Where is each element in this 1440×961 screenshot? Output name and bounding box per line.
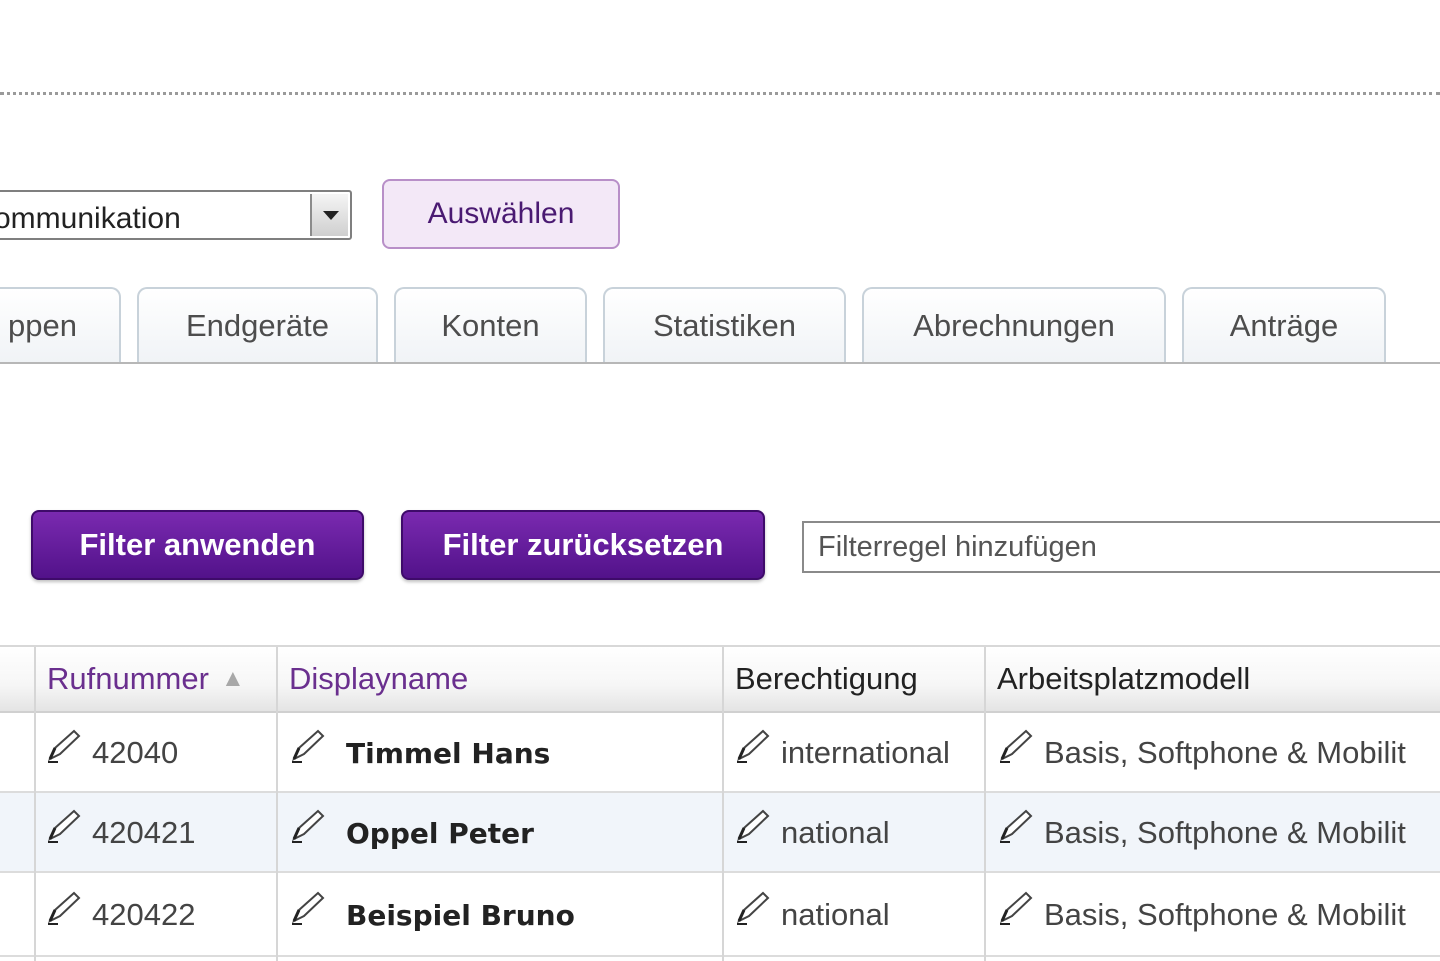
tab-konten[interactable]: Konten xyxy=(394,287,587,363)
arbeitsplatzmodell-value: Basis, Softphone & Mobilit xyxy=(1044,735,1406,770)
cell-berechtigung[interactable]: national xyxy=(735,873,890,957)
cell-berechtigung[interactable]: international xyxy=(735,713,950,793)
pencil-icon[interactable] xyxy=(46,808,82,844)
header-berechtigung: Berechtigung xyxy=(723,647,985,713)
cell-displayname[interactable]: Timmel Hans xyxy=(290,713,550,793)
apply-filter-button[interactable]: Filter anwenden xyxy=(31,510,364,580)
select-button[interactable]: Auswählen xyxy=(382,179,620,249)
berechtigung-value: national xyxy=(781,897,890,932)
tab-antraege[interactable]: Anträge xyxy=(1182,287,1386,363)
column-divider xyxy=(34,647,36,961)
pencil-icon[interactable] xyxy=(290,728,326,764)
pencil-icon[interactable] xyxy=(998,728,1034,764)
tab-statistiken[interactable]: Statistiken xyxy=(603,287,846,363)
header-select-column xyxy=(0,647,35,713)
header-rufnummer[interactable]: Rufnummer ▲ xyxy=(35,647,277,713)
pencil-icon[interactable] xyxy=(46,890,82,926)
pencil-icon[interactable] xyxy=(998,890,1034,926)
cell-arbeitsplatzmodell[interactable]: Basis, Softphone & Mobilit xyxy=(998,873,1406,957)
cell-arbeitsplatzmodell[interactable]: Basis, Softphone & Mobilit xyxy=(998,713,1406,793)
account-select-value: ommunikation xyxy=(0,202,181,235)
sort-ascending-icon[interactable]: ▲ xyxy=(221,665,245,693)
berechtigung-value: national xyxy=(781,815,890,850)
table-row: 420421 Oppel Peter national Basis, Softp… xyxy=(0,793,1440,873)
cell-rufnummer[interactable]: 420422 xyxy=(46,873,195,957)
column-divider xyxy=(276,647,278,961)
account-select[interactable]: ommunikation xyxy=(0,190,352,240)
reset-filter-button[interactable]: Filter zurücksetzen xyxy=(401,510,765,580)
pencil-icon[interactable] xyxy=(735,728,771,764)
pencil-icon[interactable] xyxy=(735,808,771,844)
filter-rule-input[interactable] xyxy=(802,521,1440,573)
header-arbeitsplatzmodell: Arbeitsplatzmodell xyxy=(985,647,1440,713)
tab-abrechnungen[interactable]: Abrechnungen xyxy=(862,287,1166,363)
displayname-value: Beispiel Bruno xyxy=(346,898,575,932)
table-row: 42040 Timmel Hans international Basis, S… xyxy=(0,713,1440,793)
tabs-baseline xyxy=(0,362,1440,364)
table-row: 420422 Beispiel Bruno national Basis, So… xyxy=(0,873,1440,957)
chevron-down-icon[interactable] xyxy=(310,194,348,236)
header-separator xyxy=(0,92,1440,95)
pencil-icon[interactable] xyxy=(290,890,326,926)
cell-rufnummer[interactable]: 420421 xyxy=(46,793,195,873)
column-divider xyxy=(984,647,986,961)
cell-berechtigung[interactable]: national xyxy=(735,793,890,873)
pencil-icon[interactable] xyxy=(290,808,326,844)
pencil-icon[interactable] xyxy=(46,728,82,764)
pencil-icon[interactable] xyxy=(998,808,1034,844)
tab-endgeraete[interactable]: Endgeräte xyxy=(137,287,378,363)
displayname-value: Oppel Peter xyxy=(346,816,534,850)
tab-gruppen[interactable]: ppen xyxy=(0,287,121,363)
cell-displayname[interactable]: Beispiel Bruno xyxy=(290,873,575,957)
header-displayname[interactable]: Displayname xyxy=(277,647,723,713)
arbeitsplatzmodell-value: Basis, Softphone & Mobilit xyxy=(1044,897,1406,932)
phone-number-table: Rufnummer ▲ Displayname Berechtigung Arb… xyxy=(0,645,1440,961)
berechtigung-value: international xyxy=(781,735,950,770)
rufnummer-value: 42040 xyxy=(92,735,179,770)
cell-displayname[interactable]: Oppel Peter xyxy=(290,793,534,873)
header-rufnummer-label[interactable]: Rufnummer xyxy=(47,661,209,697)
pencil-icon[interactable] xyxy=(735,890,771,926)
rufnummer-value: 420421 xyxy=(92,815,196,850)
arbeitsplatzmodell-value: Basis, Softphone & Mobilit xyxy=(1044,815,1406,850)
displayname-value: Timmel Hans xyxy=(346,736,551,770)
column-divider xyxy=(722,647,724,961)
cell-arbeitsplatzmodell[interactable]: Basis, Softphone & Mobilit xyxy=(998,793,1406,873)
rufnummer-value: 420422 xyxy=(92,897,196,932)
cell-rufnummer[interactable]: 42040 xyxy=(46,713,178,793)
